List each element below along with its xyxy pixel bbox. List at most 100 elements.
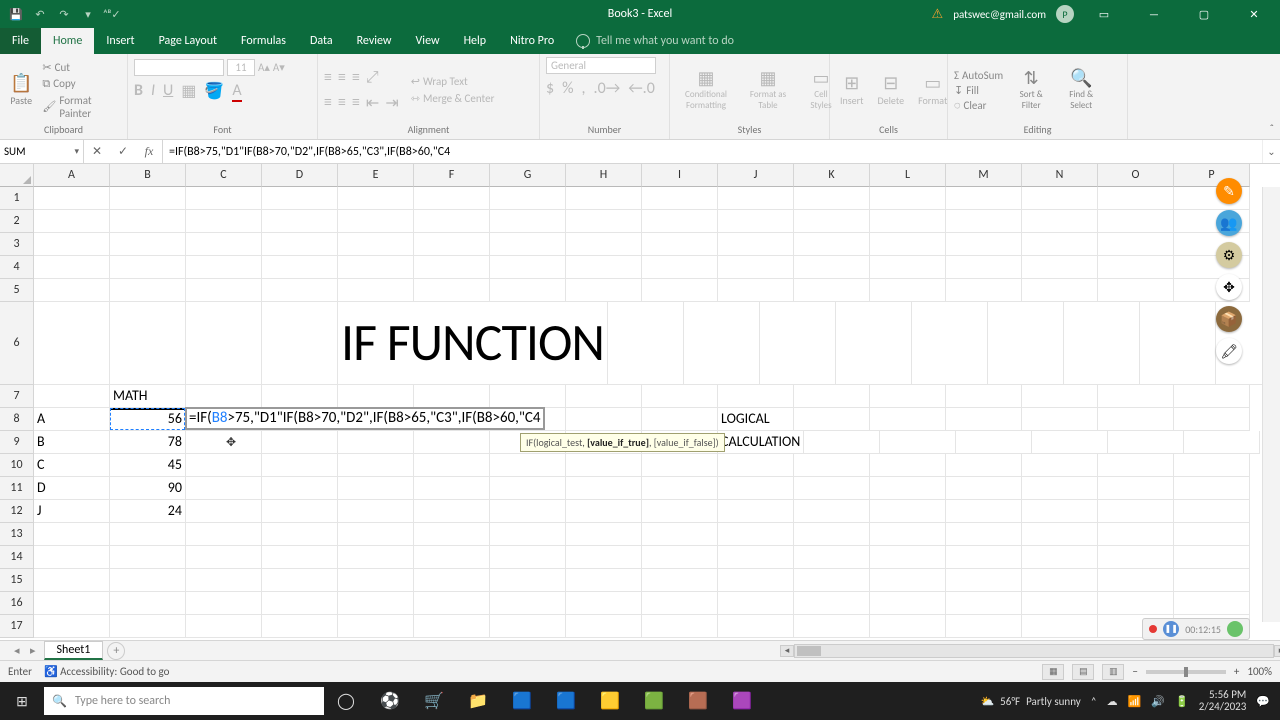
cell[interactable]	[262, 385, 338, 408]
tab-view[interactable]: View	[404, 28, 452, 54]
cell[interactable]	[34, 302, 110, 385]
cell[interactable]	[490, 546, 566, 569]
column-header[interactable]: N	[1022, 164, 1098, 187]
cell[interactable]	[262, 615, 338, 638]
cell[interactable]	[110, 279, 186, 302]
taskbar-app-8[interactable]: 🟪	[720, 691, 764, 711]
delete-cells-button[interactable]: ⊟Delete	[874, 73, 909, 108]
normal-view-button[interactable]: ▦	[1042, 664, 1064, 680]
fill-button[interactable]: ↧Fill	[954, 84, 1003, 97]
tray-volume-icon[interactable]: 🔊	[1151, 695, 1165, 708]
cell[interactable]: IF FUNCTION	[338, 302, 608, 385]
cell[interactable]	[880, 431, 956, 454]
save-icon[interactable]: 💾	[6, 8, 26, 21]
cell[interactable]	[490, 615, 566, 638]
bold-button[interactable]: B	[134, 81, 143, 101]
taskbar-app-2[interactable]: 🛒	[412, 691, 456, 711]
column-header[interactable]: D	[262, 164, 338, 187]
cell[interactable]: J	[34, 500, 110, 523]
cell[interactable]	[642, 385, 718, 408]
align-center-button[interactable]: ≡	[338, 93, 346, 113]
row-header[interactable]: 16	[0, 592, 34, 615]
align-bottom-button[interactable]: ≡	[352, 68, 360, 87]
cell[interactable]	[566, 546, 642, 569]
cell[interactable]	[34, 546, 110, 569]
cell[interactable]	[338, 279, 414, 302]
cell[interactable]	[262, 592, 338, 615]
qat-more-icon[interactable]: ▾	[78, 8, 98, 21]
cell[interactable]: D	[34, 477, 110, 500]
insert-function-button[interactable]: fx	[136, 144, 162, 159]
cell[interactable]	[870, 500, 946, 523]
cell[interactable]	[1108, 431, 1184, 454]
cell[interactable]	[870, 454, 946, 477]
expand-formula-bar-button[interactable]: ⌄	[1262, 140, 1280, 163]
cell[interactable]	[338, 477, 414, 500]
copy-button[interactable]: ⧉Copy	[42, 77, 121, 91]
cell[interactable]	[946, 279, 1022, 302]
cell[interactable]	[642, 615, 718, 638]
pen-tool-icon[interactable]: ✎	[1216, 178, 1242, 204]
enter-formula-button[interactable]: ✓	[110, 144, 136, 159]
cell[interactable]	[1098, 408, 1174, 431]
cell[interactable]	[34, 210, 110, 233]
cell[interactable]	[34, 233, 110, 256]
cell[interactable]	[912, 302, 988, 385]
cell[interactable]	[642, 523, 718, 546]
cell[interactable]: 56	[110, 408, 186, 431]
cell[interactable]	[1098, 187, 1174, 210]
cell[interactable]	[718, 385, 794, 408]
cell[interactable]	[1022, 500, 1098, 523]
cell[interactable]	[718, 546, 794, 569]
row-header[interactable]: 5	[0, 279, 34, 302]
tell-me-search[interactable]: Tell me what you want to do	[576, 28, 734, 54]
cell[interactable]	[946, 615, 1022, 638]
cell[interactable]	[718, 477, 794, 500]
cell[interactable]	[490, 500, 566, 523]
column-header[interactable]: C	[186, 164, 262, 187]
cell[interactable]	[718, 592, 794, 615]
warning-icon[interactable]: ⚠	[932, 7, 944, 22]
cell[interactable]	[186, 385, 262, 408]
cell[interactable]	[794, 256, 870, 279]
cell[interactable]	[34, 615, 110, 638]
cell[interactable]	[34, 569, 110, 592]
cell[interactable]	[794, 210, 870, 233]
cell[interactable]	[1174, 592, 1250, 615]
cell[interactable]	[186, 233, 262, 256]
cell[interactable]	[338, 256, 414, 279]
cell[interactable]	[642, 569, 718, 592]
cell[interactable]	[1022, 523, 1098, 546]
cell[interactable]	[1174, 500, 1250, 523]
cell[interactable]	[566, 477, 642, 500]
cell[interactable]	[338, 454, 414, 477]
cell[interactable]	[870, 279, 946, 302]
cell[interactable]	[642, 546, 718, 569]
cell[interactable]	[946, 523, 1022, 546]
column-header[interactable]: G	[490, 164, 566, 187]
cell[interactable]	[946, 187, 1022, 210]
cell[interactable]	[262, 569, 338, 592]
cell[interactable]	[186, 546, 262, 569]
cell[interactable]: 45	[110, 454, 186, 477]
cell[interactable]	[1022, 408, 1098, 431]
row-header[interactable]: 9	[0, 431, 34, 454]
row-header[interactable]: 15	[0, 569, 34, 592]
align-right-button[interactable]: ≡	[352, 93, 360, 113]
cell[interactable]	[946, 210, 1022, 233]
cell[interactable]	[338, 523, 414, 546]
taskbar-app-4[interactable]: 🟦	[544, 691, 588, 711]
cell[interactable]	[490, 233, 566, 256]
cell[interactable]	[1098, 477, 1174, 500]
move-tool-icon[interactable]: ✥	[1216, 274, 1242, 300]
cell[interactable]	[1174, 569, 1250, 592]
cell[interactable]	[262, 279, 338, 302]
column-header[interactable]: B	[110, 164, 186, 187]
orientation-button[interactable]: ⤢	[366, 68, 379, 87]
italic-button[interactable]: I	[151, 81, 155, 101]
spellcheck-icon[interactable]: ᴬᴮ✓	[102, 8, 122, 21]
taskbar-search[interactable]: 🔍 Type here to search	[44, 687, 324, 715]
cell[interactable]	[1022, 256, 1098, 279]
taskbar-app-7[interactable]: 🟫	[676, 691, 720, 711]
cell[interactable]	[1098, 569, 1174, 592]
